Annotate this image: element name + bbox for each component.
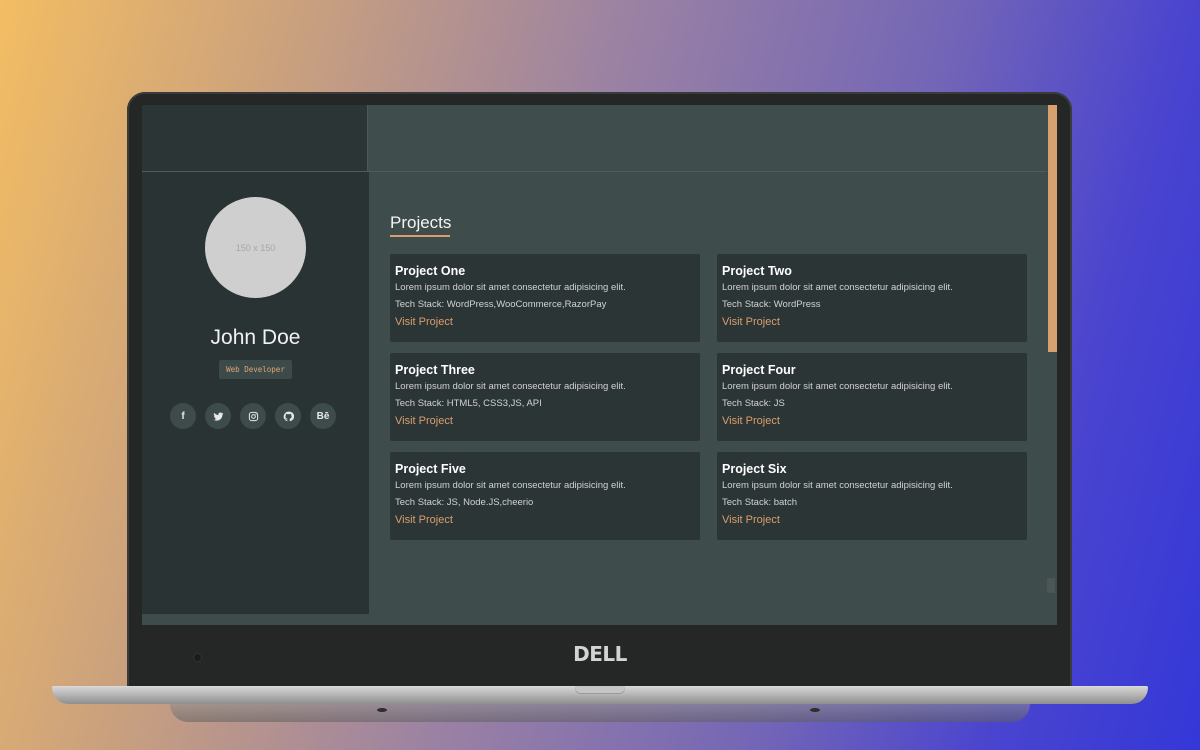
projects-heading: Projects bbox=[390, 213, 452, 232]
project-description: Lorem ipsum dolor sit amet consectetur a… bbox=[395, 282, 626, 293]
project-tech-stack: Tech Stack: JS, Node.JS,cheerio bbox=[395, 497, 534, 508]
camera-icon bbox=[193, 653, 202, 662]
visit-project-link[interactable]: Visit Project bbox=[395, 316, 695, 329]
avatar-placeholder-text: 150 x 150 bbox=[235, 242, 276, 253]
project-title: Project Six bbox=[722, 462, 787, 476]
project-description: Lorem ipsum dolor sit amet consectetur a… bbox=[722, 480, 953, 491]
project-tech-stack: Tech Stack: WordPress,WooCommerce,RazorP… bbox=[395, 299, 607, 310]
visit-project-link[interactable]: Visit Project bbox=[722, 415, 1022, 428]
project-tech-stack: Tech Stack: HTML5, CSS3,JS, API bbox=[395, 398, 542, 409]
project-card: Project Six Lorem ipsum dolor sit amet c… bbox=[717, 452, 1027, 540]
project-description: Lorem ipsum dolor sit amet consectetur a… bbox=[395, 480, 626, 491]
project-tech-stack: Tech Stack: WordPress bbox=[722, 299, 821, 310]
visit-project-link[interactable]: Visit Project bbox=[722, 514, 1022, 527]
heading-underline bbox=[390, 235, 450, 237]
project-title: Project Four bbox=[722, 363, 796, 377]
profile-sidebar: 150 x 150 John Doe Web Developer f Bē bbox=[142, 172, 369, 614]
project-card: Project Five Lorem ipsum dolor sit amet … bbox=[390, 452, 700, 540]
topbar-left bbox=[142, 105, 367, 171]
avatar: 150 x 150 bbox=[205, 197, 306, 298]
topbar-right bbox=[367, 105, 1048, 171]
project-title: Project Three bbox=[395, 363, 475, 377]
visit-project-link[interactable]: Visit Project bbox=[722, 316, 1022, 329]
scrollbar-thumb[interactable] bbox=[1048, 105, 1057, 352]
facebook-button[interactable]: f bbox=[170, 403, 196, 429]
twitter-button[interactable] bbox=[205, 403, 231, 429]
github-icon bbox=[283, 411, 294, 421]
project-description: Lorem ipsum dolor sit amet consectetur a… bbox=[722, 282, 953, 293]
laptop-foot bbox=[810, 708, 820, 712]
project-tech-stack: Tech Stack: JS bbox=[722, 398, 785, 409]
project-card: Project Three Lorem ipsum dolor sit amet… bbox=[390, 353, 700, 441]
github-button[interactable] bbox=[275, 403, 301, 429]
project-card: Project Two Lorem ipsum dolor sit amet c… bbox=[717, 254, 1027, 342]
visit-project-link[interactable]: Visit Project bbox=[395, 415, 695, 428]
role-badge: Web Developer bbox=[219, 360, 292, 379]
social-links: f Bē bbox=[170, 403, 336, 429]
behance-button[interactable]: Bē bbox=[310, 403, 336, 429]
project-card: Project Four Lorem ipsum dolor sit amet … bbox=[717, 353, 1027, 441]
laptop-foot bbox=[377, 708, 387, 712]
twitter-icon bbox=[212, 412, 224, 421]
instagram-icon bbox=[248, 411, 258, 421]
visit-project-link[interactable]: Visit Project bbox=[395, 514, 695, 527]
scrollbar-notch bbox=[1047, 578, 1055, 593]
profile-name: John Doe bbox=[210, 326, 301, 349]
behance-icon: Bē bbox=[316, 410, 330, 422]
base-underside bbox=[170, 704, 1030, 722]
brand-logo: DELL bbox=[573, 642, 627, 666]
project-card: Project One Lorem ipsum dolor sit amet c… bbox=[390, 254, 700, 342]
project-description: Lorem ipsum dolor sit amet consectetur a… bbox=[395, 381, 626, 392]
project-description: Lorem ipsum dolor sit amet consectetur a… bbox=[722, 381, 953, 392]
project-title: Project Two bbox=[722, 264, 792, 278]
screen: 150 x 150 John Doe Web Developer f Bē Pr… bbox=[142, 105, 1057, 625]
instagram-button[interactable] bbox=[240, 403, 266, 429]
project-tech-stack: Tech Stack: batch bbox=[722, 497, 797, 508]
project-title: Project One bbox=[395, 264, 466, 278]
base-notch bbox=[575, 686, 625, 694]
project-title: Project Five bbox=[395, 462, 466, 476]
facebook-icon: f bbox=[181, 410, 185, 422]
